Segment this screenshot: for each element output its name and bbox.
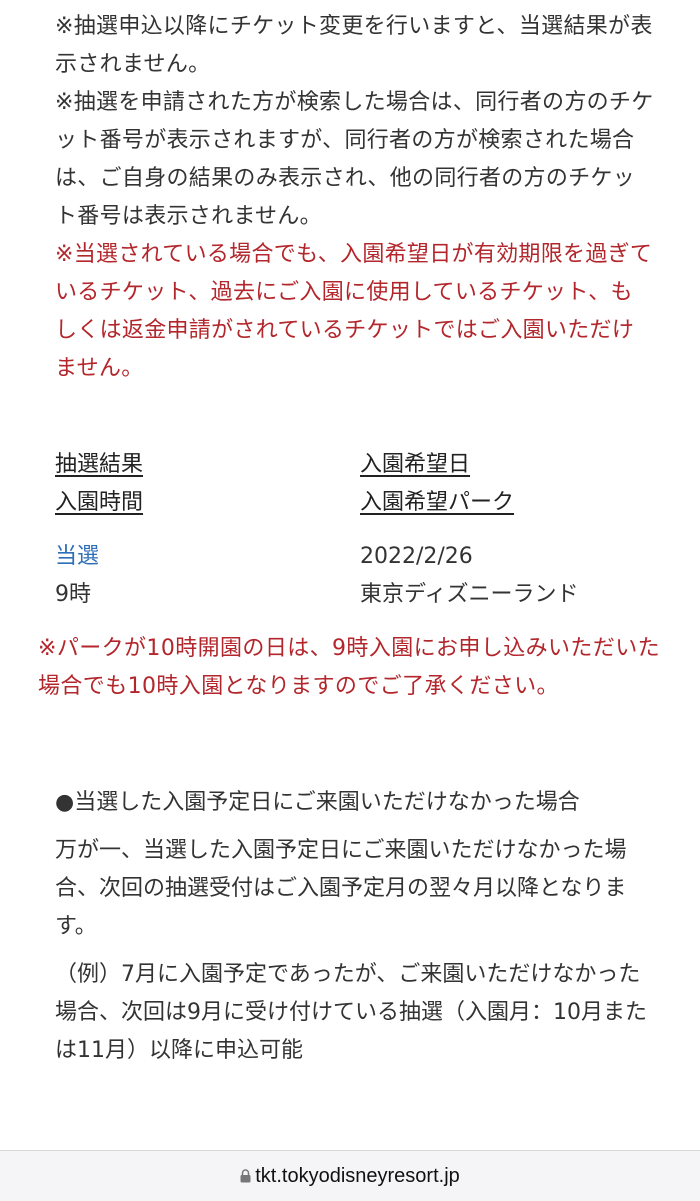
value-desired-park: 東京ディズニーランド (360, 582, 579, 607)
value-entry-time: 9時 (55, 582, 91, 607)
lock-icon (240, 1169, 251, 1183)
header-desired-date: 入園希望日 (360, 452, 471, 477)
absence-heading: ●当選した入園予定日にご来園いただけなかった場合 (55, 790, 580, 815)
value-lottery-result: 当選 (55, 544, 100, 569)
absence-section: ●当選した入園予定日にご来園いただけなかった場合 万が一、当選した入園予定日にご… (55, 784, 655, 1080)
result-right-values: 2022/2/26 東京ディズニーランド (360, 538, 578, 614)
result-left-column: 抽選結果 入園時間 (55, 446, 143, 522)
header-lottery-result: 抽選結果 (55, 452, 144, 477)
result-left-values: 当選 9時 (55, 538, 99, 614)
opening-time-note: ※パークが10時開園の日は、9時入園にお申し込みいただいた場合でも10時入園とな… (38, 636, 661, 699)
browser-address-bar[interactable]: tkt.tokyodisneyresort.jp (0, 1150, 700, 1201)
result-right-column: 入園希望日 入園希望パーク (360, 446, 514, 522)
note-companion-search: ※抽選を申請された方が検索した場合は、同行者の方のチケット番号が表示されますが、… (55, 90, 654, 229)
note-ticket-change: ※抽選申込以降にチケット変更を行いますと、当選結果が表示されません。 (55, 14, 653, 77)
value-desired-date: 2022/2/26 (360, 544, 473, 569)
absence-body: 万が一、当選した入園予定日にご来園いただけなかった場合、次回の抽選受付はご入園予… (55, 838, 627, 939)
url-text: tkt.tokyodisneyresort.jp (255, 1165, 460, 1187)
note-entry-restriction: ※当選されている場合でも、入園希望日が有効期限を過ぎているチケット、過去にご入園… (55, 242, 653, 381)
notes-section: ※抽選申込以降にチケット変更を行いますと、当選結果が表示されません。 ※抽選を申… (55, 8, 655, 388)
header-entry-time: 入園時間 (55, 490, 144, 515)
url-display[interactable]: tkt.tokyodisneyresort.jp (0, 1165, 700, 1188)
absence-example: （例）7月に入園予定であったが、ご来園いただけなかった場合、次回は9月に受け付け… (55, 962, 647, 1063)
header-desired-park: 入園希望パーク (360, 490, 515, 515)
